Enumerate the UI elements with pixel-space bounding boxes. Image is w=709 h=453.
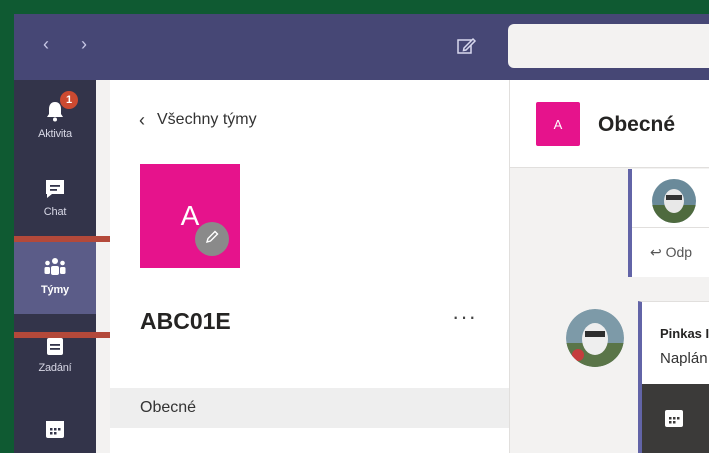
team-avatar: A [140,164,240,268]
app-item-label: Aktivita [38,127,72,140]
meeting-card[interactable] [642,384,709,453]
app-item-chat[interactable]: Chat [14,158,96,236]
teams-icon [43,255,67,279]
reply-link[interactable]: ↩ Odp [650,244,692,261]
channel-item-general[interactable]: Obecné [110,388,509,428]
chat-area: ↩ Odp Pinkas I Naplán [510,169,709,453]
forward-nav-button[interactable]: › [74,34,94,54]
app-item-label: Zadání [38,361,72,374]
bell-icon: 1 [43,90,78,123]
team-name: ABC01E [140,308,231,334]
channel-initial: A [553,116,563,132]
notification-badge: 1 [60,90,78,109]
calendar-icon [662,406,686,430]
app-item-activity[interactable]: 1 Aktivita [14,80,96,158]
compose-icon[interactable] [454,34,478,58]
edit-avatar-button[interactable] [195,222,229,256]
reply-label: Odp [665,244,693,260]
message-text: Naplán [660,350,708,367]
channel-label: Obecné [140,399,197,416]
all-teams-label: Všechny týmy [157,111,257,128]
message-card: ↩ Odp [628,169,709,277]
app-bar: 1 Aktivita Chat Týmy Zadání [14,80,96,453]
message-card: Pinkas I Naplán [638,301,709,453]
message-author: Pinkas I [660,326,709,341]
message-separator [632,227,709,228]
title-bar: ‹ › [14,14,709,80]
calendar-icon [43,417,67,441]
app-item-teams[interactable]: Týmy [14,236,96,314]
user-avatar [566,309,624,367]
pencil-icon [204,229,220,250]
chat-header: A Obecné [510,80,709,168]
app-item-label: Týmy [41,283,69,296]
chevron-left-icon: ‹ [139,110,145,130]
back-nav-button[interactable]: ‹ [36,34,56,54]
teams-panel: ‹ Všechny týmy A ABC01E ··· Obecné [110,80,509,453]
app-item-label: Chat [43,205,67,218]
user-avatar [652,179,696,223]
app-item-assignments[interactable]: Zadání [14,314,96,392]
teams-window: ‹ › 1 Aktivita Chat Týmy Zadání ‹ Všechn… [0,0,709,453]
channel-avatar: A [536,102,580,146]
assignments-icon [43,333,67,357]
app-item-calendar[interactable] [14,392,96,453]
team-initial: A [180,200,200,231]
reply-icon: ↩ [650,244,666,260]
search-input[interactable] [508,24,709,68]
more-options-button[interactable]: ··· [452,306,477,328]
all-teams-link[interactable]: ‹ Všechny týmy [139,110,257,130]
channel-title: Obecné [598,113,676,136]
chat-icon [43,177,67,201]
